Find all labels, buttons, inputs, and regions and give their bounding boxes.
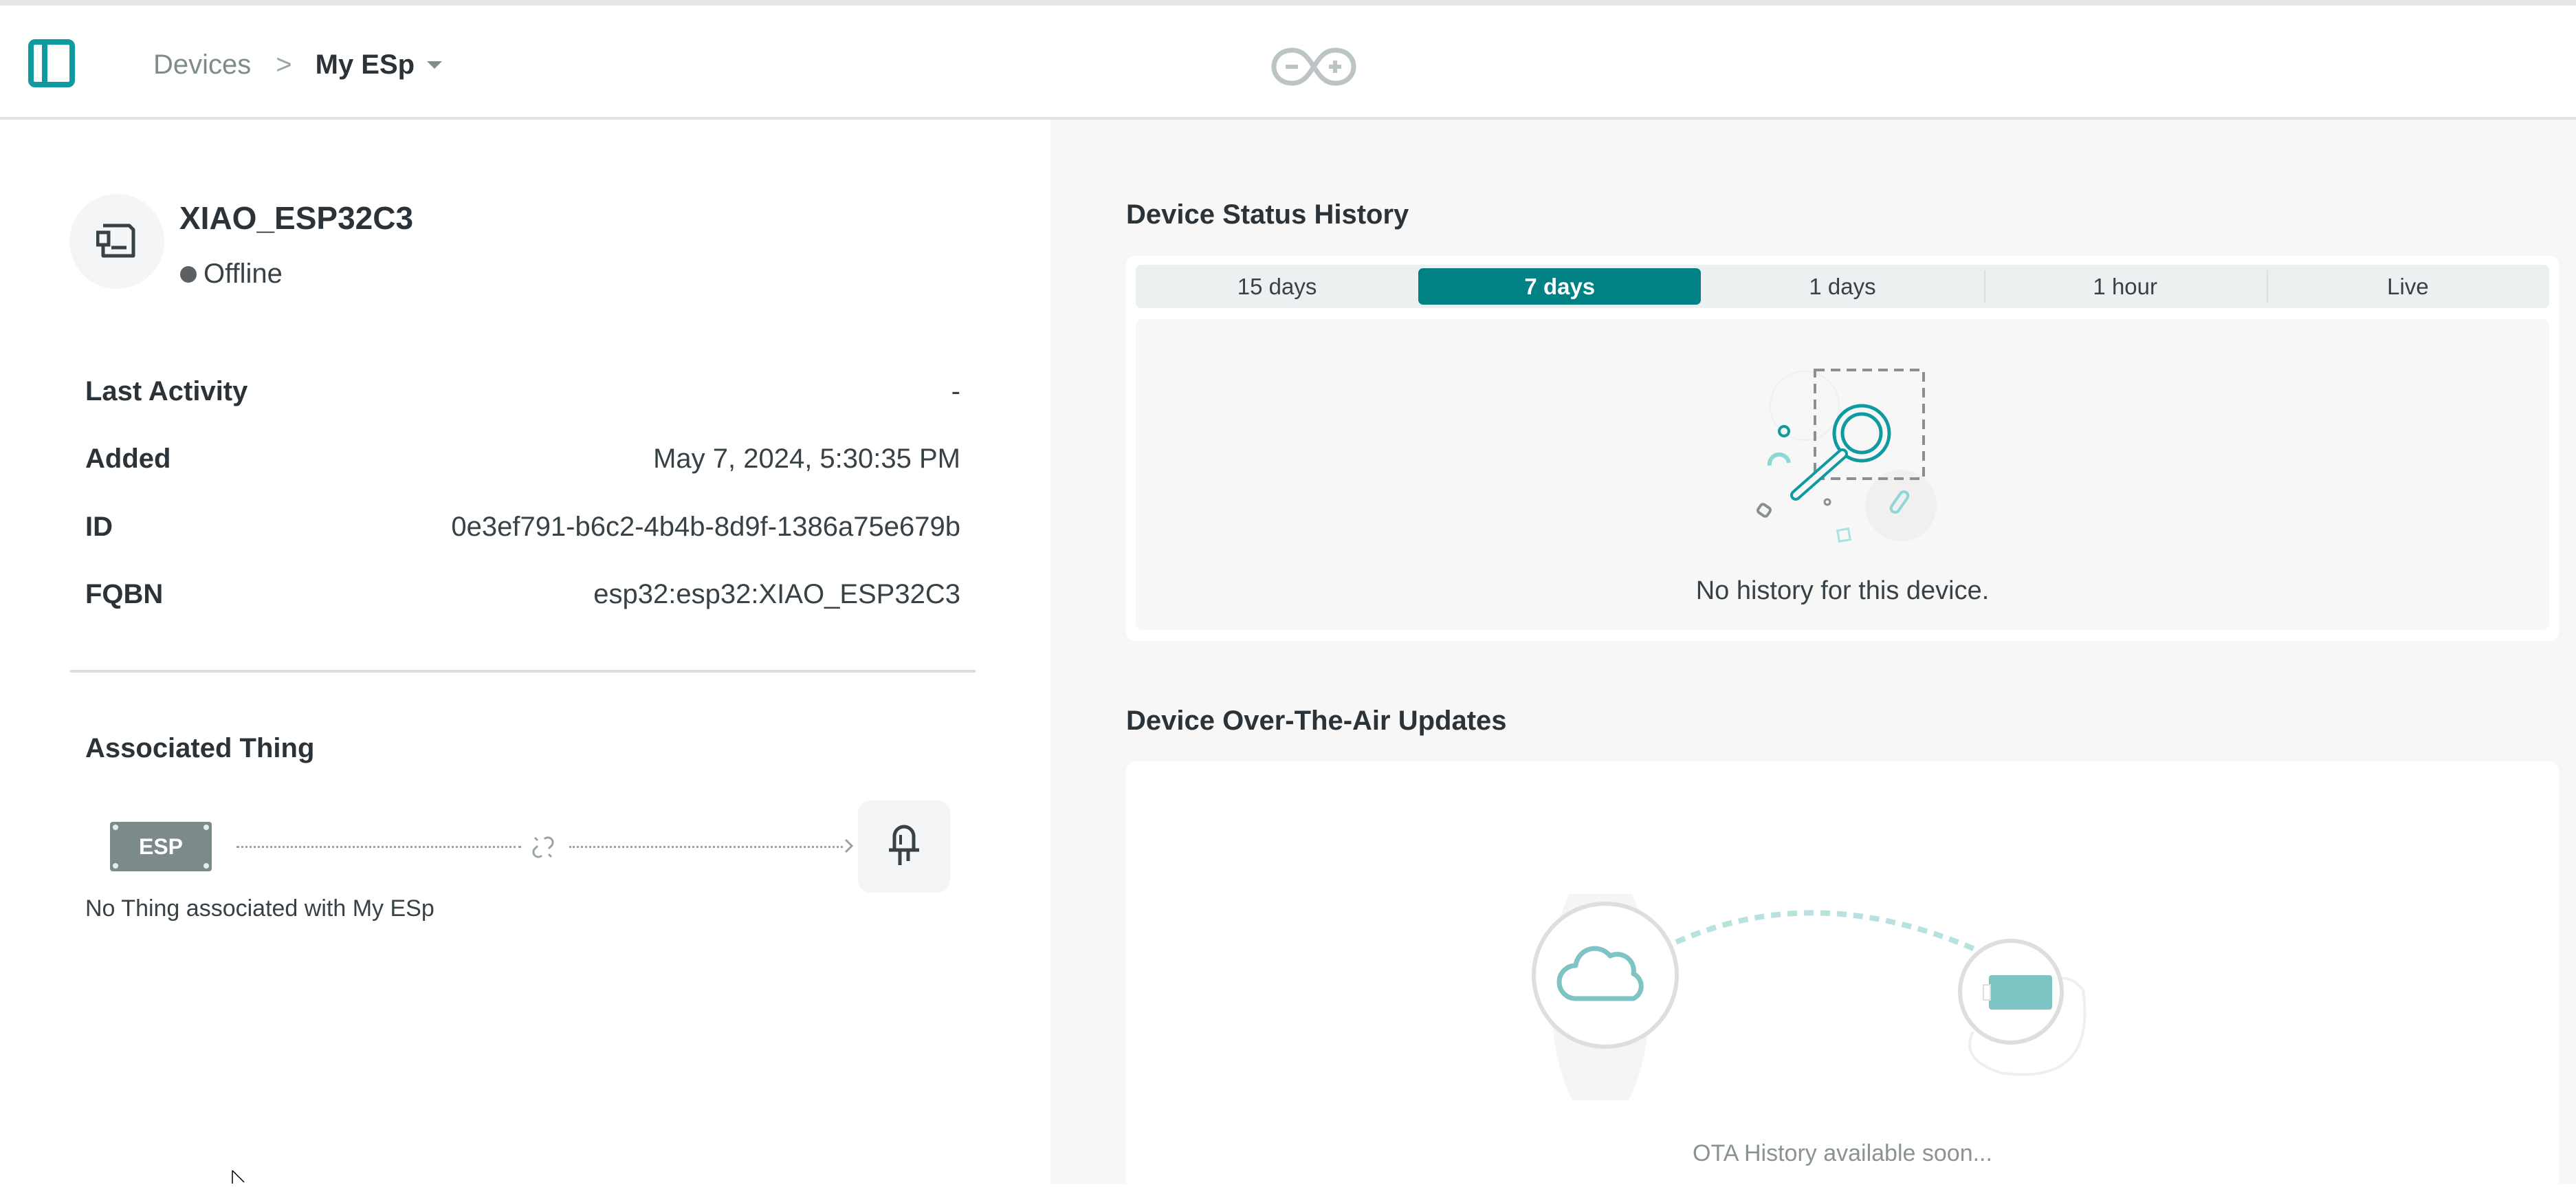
no-history-message: No history for this device. bbox=[1695, 576, 1990, 605]
info-row-fqbn: FQBN esp32:esp32:XIAO_ESP32C3 bbox=[85, 579, 960, 610]
sidebar-panel-icon bbox=[28, 39, 75, 87]
info-value: 0e3ef791-b6c2-4b4b-8d9f-1386a75e679b bbox=[451, 512, 960, 542]
tab-1-days[interactable]: 1 days bbox=[1701, 265, 1983, 308]
breadcrumb-current-device: My ESp bbox=[315, 49, 415, 80]
time-range-tabs: 15 days 7 days 1 days 1 hour Live bbox=[1136, 265, 2549, 308]
sidebar-toggle-button[interactable] bbox=[27, 39, 76, 88]
esp-chip-label: ESP bbox=[138, 834, 184, 859]
info-value: esp32:esp32:XIAO_ESP32C3 bbox=[593, 579, 960, 609]
tab-7-days[interactable]: 7 days bbox=[1418, 268, 1702, 305]
chip-hole bbox=[203, 863, 209, 869]
status-dot-icon bbox=[180, 265, 197, 283]
section-divider bbox=[70, 670, 976, 673]
info-row-id: ID 0e3ef791-b6c2-4b4b-8d9f-1386a75e679b bbox=[85, 512, 960, 543]
info-label: ID bbox=[85, 512, 113, 542]
breadcrumb-devices-link[interactable]: Devices bbox=[153, 50, 251, 80]
browser-top-edge bbox=[0, 0, 2576, 6]
device-selector-dropdown[interactable]: My ESp bbox=[315, 49, 443, 80]
arduino-logo bbox=[1270, 45, 1357, 88]
device-status: Offline bbox=[180, 259, 283, 290]
ota-message: OTA History available soon... bbox=[1693, 1140, 1992, 1166]
device-avatar bbox=[69, 194, 164, 289]
device-board-icon bbox=[96, 224, 135, 258]
associated-thing-title: Associated Thing bbox=[85, 733, 315, 763]
info-row-last-activity: Last Activity - bbox=[85, 376, 960, 407]
device-name: XIAO_ESP32C3 bbox=[179, 200, 414, 236]
info-value: May 7, 2024, 5:30:35 PM bbox=[653, 444, 960, 474]
chip-hole bbox=[113, 825, 118, 830]
magnifier-empty-illustration bbox=[1746, 358, 1952, 550]
top-header: Devices > My ESp bbox=[0, 6, 2576, 120]
led-icon bbox=[889, 825, 919, 865]
info-label: Added bbox=[85, 444, 171, 474]
tab-live[interactable]: Live bbox=[2266, 265, 2549, 308]
connection-line bbox=[236, 846, 521, 848]
no-thing-message: No Thing associated with My ESp bbox=[85, 895, 434, 922]
mouse-cursor-icon bbox=[232, 1170, 245, 1184]
esp-chip-graphic: ESP bbox=[110, 822, 212, 871]
breadcrumb: Devices > My ESp bbox=[153, 44, 443, 85]
device-details-panel bbox=[0, 120, 1050, 1184]
ota-title: Device Over-The-Air Updates bbox=[1126, 706, 1507, 736]
chip-hole bbox=[203, 825, 209, 830]
info-label: Last Activity bbox=[85, 376, 248, 406]
chip-hole bbox=[113, 863, 118, 869]
breadcrumb-chevron-icon: > bbox=[276, 49, 292, 80]
status-text: Offline bbox=[203, 259, 283, 289]
broken-link-icon bbox=[528, 832, 558, 862]
associate-thing-button[interactable] bbox=[858, 801, 950, 893]
info-row-added: Added May 7, 2024, 5:30:35 PM bbox=[85, 444, 960, 475]
cloud-to-device-illustration bbox=[1519, 864, 2172, 1123]
info-value: - bbox=[951, 376, 960, 406]
status-history-title: Device Status History bbox=[1126, 199, 1409, 230]
info-label: FQBN bbox=[85, 579, 164, 609]
caret-down-icon bbox=[427, 61, 443, 69]
tab-1-hour[interactable]: 1 hour bbox=[1983, 265, 2267, 308]
arrow-right-icon bbox=[843, 838, 855, 854]
connection-line bbox=[569, 846, 843, 848]
tab-15-days[interactable]: 15 days bbox=[1136, 265, 1418, 308]
arduino-infinity-logo-icon bbox=[1271, 47, 1356, 86]
